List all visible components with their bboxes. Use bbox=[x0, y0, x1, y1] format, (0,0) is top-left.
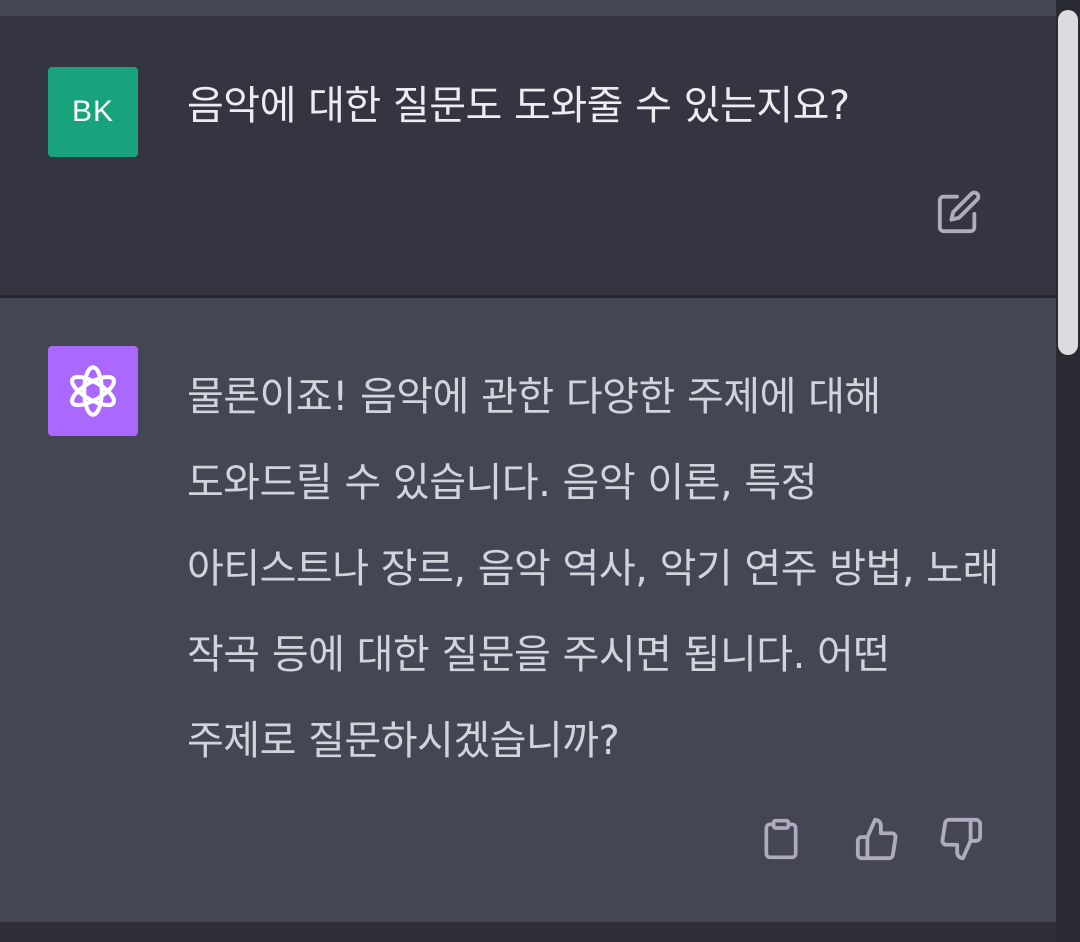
chat-viewport: BK 음악에 대한 질문도 도와줄 수 있는지요? 물론이죠! 음악에 관한 다… bbox=[0, 0, 1080, 942]
thumbs-down-icon bbox=[940, 817, 983, 861]
assistant-message-row: 물론이죠! 음악에 관한 다양한 주제에 대해 도와드릴 수 있습니다. 음악 … bbox=[0, 298, 1056, 922]
openai-logo-icon bbox=[69, 365, 117, 417]
edit-icon bbox=[937, 190, 981, 234]
user-avatar: BK bbox=[48, 67, 138, 157]
scrollbar-thumb[interactable] bbox=[1058, 10, 1078, 355]
assistant-message-text: 물론이죠! 음악에 관한 다양한 주제에 대해 도와드릴 수 있습니다. 음악 … bbox=[187, 374, 999, 764]
user-avatar-initials: BK bbox=[71, 95, 115, 128]
copy-icon bbox=[764, 818, 798, 860]
thumbs-up-button[interactable] bbox=[852, 814, 902, 864]
thumbs-down-button[interactable] bbox=[936, 814, 986, 864]
user-message-row: BK 음악에 대한 질문도 도와줄 수 있는지요? bbox=[0, 16, 1056, 295]
thumbs-up-icon bbox=[855, 817, 898, 861]
user-message-text: 음악에 대한 질문도 도와줄 수 있는지요? bbox=[187, 83, 850, 129]
edit-message-button[interactable] bbox=[934, 187, 984, 237]
copy-button[interactable] bbox=[756, 814, 806, 864]
chat-bottom-edge bbox=[0, 922, 1056, 942]
assistant-avatar bbox=[48, 346, 138, 436]
previous-message-edge bbox=[0, 0, 1056, 16]
